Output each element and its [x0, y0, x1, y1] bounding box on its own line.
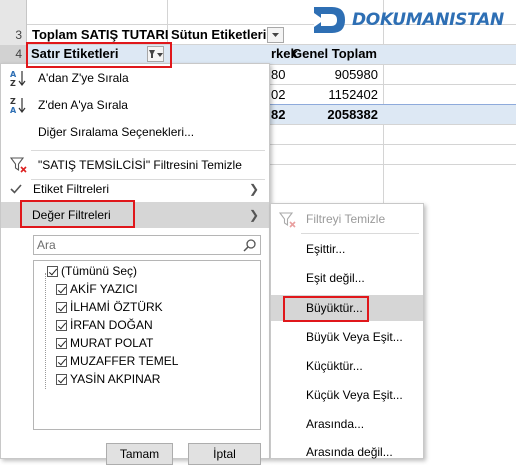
menu-separator	[301, 233, 419, 234]
between-item[interactable]: Arasında...	[271, 412, 423, 436]
list-item-label: YASİN AKPINAR	[70, 372, 161, 386]
svg-text:Z: Z	[10, 97, 16, 106]
row-number-3[interactable]: 3	[0, 25, 27, 45]
cancel-button[interactable]: İptal	[188, 443, 261, 465]
search-icon	[243, 239, 256, 252]
logo-text: DOKUMANISTAN	[352, 10, 504, 30]
less-or-equal-item[interactable]: Küçük Veya Eşit...	[271, 383, 423, 407]
less-or-equal-label: Küçük Veya Eşit...	[306, 388, 403, 402]
gridline	[270, 64, 516, 65]
sort-a-to-z-label: A'dan Z'ye Sırala	[38, 71, 129, 85]
check-mark-icon	[7, 180, 25, 198]
checkbox[interactable]	[47, 265, 58, 277]
label-filters-label: Etiket Filtreleri	[33, 182, 110, 196]
sort-z-to-a-item[interactable]: Z A Z'den A'ya Sırala	[1, 93, 269, 117]
highlight-value-filters	[20, 200, 135, 228]
sort-ascending-icon: A Z	[10, 69, 28, 88]
clear-filter-item[interactable]: "SATIŞ TEMSİLCİSİ" Filtresini Temizle	[1, 153, 269, 177]
list-item[interactable]: MUZAFFER TEMEL	[56, 352, 178, 370]
clear-filter-icon	[279, 212, 296, 228]
checkbox[interactable]	[56, 319, 67, 331]
list-item-label: AKİF YAZICI	[70, 282, 138, 296]
search-placeholder: Ara	[37, 238, 56, 252]
partial-total-cell[interactable]: 82	[271, 106, 285, 124]
checkbox[interactable]	[56, 355, 67, 367]
menu-separator	[31, 150, 265, 151]
list-item[interactable]: İLHAMİ ÖZTÜRK	[56, 298, 163, 316]
column-labels-filter-button[interactable]	[267, 27, 284, 43]
svg-text:Z: Z	[10, 79, 16, 87]
checkbox[interactable]	[56, 283, 67, 295]
less-than-item[interactable]: Küçüktür...	[271, 354, 423, 378]
clear-filter-label: "SATIŞ TEMSİLCİSİ" Filtresini Temizle	[38, 158, 242, 172]
list-item[interactable]: İRFAN DOĞAN	[56, 316, 153, 334]
row-labels-filter-panel: A Z A'dan Z'ye Sırala Z A Z'den A'ya Sır…	[0, 63, 270, 465]
filter-values-list[interactable]: (Tümünü Seç) AKİF YAZICI İLHAMİ ÖZTÜRK İ…	[33, 260, 261, 430]
label-filters-item[interactable]: Etiket Filtreleri ❯	[1, 177, 269, 201]
row-number-4[interactable]: 4	[0, 45, 27, 63]
svg-text:A: A	[10, 106, 17, 114]
list-item-label: MUZAFFER TEMEL	[70, 354, 179, 368]
grand-total-cell[interactable]: 1152402	[300, 86, 378, 104]
between-label: Arasında...	[306, 417, 365, 431]
gridline	[270, 84, 516, 85]
more-sort-options-label: Diğer Sıralama Seçenekleri...	[38, 125, 195, 139]
column-labels-header[interactable]: Sütun Etiketleri	[171, 26, 266, 44]
svg-text:A: A	[10, 70, 17, 79]
list-item[interactable]: AKİF YAZICI	[56, 280, 138, 298]
not-equals-label: Eşit değil...	[306, 271, 365, 285]
dokumanistan-logo: DOKUMANISTAN	[312, 3, 504, 37]
checkbox[interactable]	[56, 373, 67, 385]
grand-total-header[interactable]: Genel Toplam	[289, 45, 377, 63]
less-than-label: Küçüktür...	[306, 359, 363, 373]
search-box[interactable]: Ara	[33, 235, 261, 255]
gridline	[270, 164, 516, 165]
partial-value-cell[interactable]: 80	[271, 66, 285, 84]
grand-total-sum-cell[interactable]: 2058382	[300, 106, 378, 124]
gridline	[270, 144, 516, 145]
sort-descending-icon: Z A	[10, 96, 28, 115]
checkbox[interactable]	[56, 337, 67, 349]
sort-a-to-z-item[interactable]: A Z A'dan Z'ye Sırala	[1, 66, 269, 90]
list-item-label: MURAT POLAT	[70, 336, 154, 350]
list-item[interactable]: YASİN AKPINAR	[56, 370, 160, 388]
logo-mark-icon	[314, 7, 345, 33]
list-item-label: İRFAN DOĞAN	[70, 318, 153, 332]
list-item-label: (Tümünü Seç)	[61, 264, 138, 278]
tree-connector	[45, 273, 52, 389]
not-between-label: Arasında değil...	[306, 445, 393, 459]
checkbox[interactable]	[56, 301, 67, 313]
not-equals-item[interactable]: Eşit değil...	[271, 266, 423, 290]
chevron-down-icon	[272, 33, 279, 37]
ok-button[interactable]: Tamam	[106, 443, 173, 465]
chevron-right-icon: ❯	[248, 182, 259, 196]
not-between-item[interactable]: Arasında değil...	[271, 440, 423, 464]
highlight-greater-than	[283, 296, 369, 322]
clear-value-filter-item: Filtreyi Temizle	[271, 207, 423, 231]
equals-label: Eşittir...	[306, 242, 346, 256]
partial-value-cell[interactable]: 02	[271, 86, 285, 104]
gridline	[270, 124, 516, 125]
chevron-right-icon: ❯	[248, 208, 259, 222]
list-item[interactable]: MURAT POLAT	[56, 334, 153, 352]
select-all-item[interactable]: (Tümünü Seç)	[47, 262, 137, 280]
sort-z-to-a-label: Z'den A'ya Sırala	[38, 98, 128, 112]
highlight-row-labels-header	[26, 42, 172, 68]
grand-total-cell[interactable]: 905980	[300, 66, 378, 84]
equals-item[interactable]: Eşittir...	[271, 237, 423, 261]
greater-or-equal-label: Büyük Veya Eşit...	[306, 330, 403, 344]
clear-value-filter-label: Filtreyi Temizle	[306, 212, 386, 226]
more-sort-options-item[interactable]: Diğer Sıralama Seçenekleri...	[1, 120, 269, 144]
clear-filter-icon	[9, 156, 28, 174]
value-filters-submenu: Filtreyi Temizle Eşittir... Eşit değil..…	[270, 203, 424, 459]
greater-or-equal-item[interactable]: Büyük Veya Eşit...	[271, 325, 423, 349]
list-item-label: İLHAMİ ÖZTÜRK	[70, 300, 163, 314]
